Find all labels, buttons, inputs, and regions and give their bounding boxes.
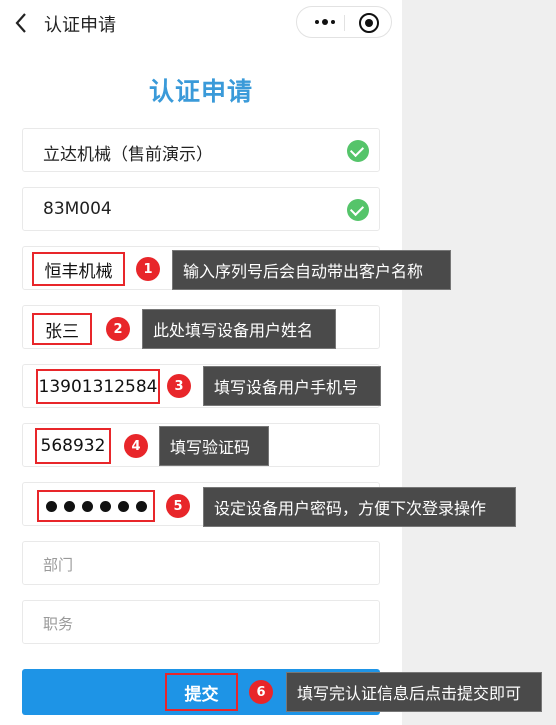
phone-highlight: 13901312584	[36, 369, 160, 404]
check-icon	[347, 199, 369, 221]
code-highlight: 568932	[35, 428, 111, 464]
step-badge-2: 2	[106, 317, 130, 341]
submit-label: 提交	[184, 684, 219, 705]
department-placeholder: 部门	[43, 556, 74, 574]
position-field[interactable]: 职务	[22, 600, 380, 644]
user-name-highlight: 张三	[32, 313, 92, 345]
password-highlight	[37, 490, 155, 522]
company-value: 立达机械（售前演示）	[43, 145, 213, 165]
department-field[interactable]: 部门	[22, 541, 380, 585]
close-circle-icon[interactable]	[359, 13, 379, 33]
step-badge-6: 6	[249, 680, 273, 704]
phone-value: 13901312584	[38, 376, 158, 397]
more-icon[interactable]	[307, 7, 343, 37]
tooltip-2: 此处填写设备用户姓名	[142, 309, 336, 349]
tooltip-3: 填写设备用户手机号	[203, 366, 381, 406]
background-area	[402, 0, 556, 725]
password-dots	[45, 500, 147, 512]
step-badge-5: 5	[166, 494, 190, 518]
serial-field[interactable]: 83M004	[22, 187, 380, 231]
tooltip-6: 填写完认证信息后点击提交即可	[286, 672, 542, 712]
position-placeholder: 职务	[43, 615, 74, 633]
step-badge-3: 3	[167, 374, 191, 398]
submit-highlight[interactable]: 提交	[165, 673, 238, 711]
back-arrow-icon[interactable]	[14, 12, 28, 34]
code-value: 568932	[40, 436, 106, 456]
customer-highlight: 恒丰机械	[32, 252, 125, 286]
tooltip-4: 填写验证码	[159, 426, 269, 466]
step-badge-1: 1	[136, 257, 160, 281]
tooltip-5: 设定设备用户密码，方便下次登录操作	[203, 487, 516, 527]
phone-screen: 认证申请 认证申请 立达机械（售前演示） 83M004 部门 职务	[0, 0, 402, 725]
serial-value: 83M004	[43, 199, 112, 219]
user-name-value: 张三	[45, 321, 79, 342]
page-title: 认证申请	[148, 77, 253, 106]
customer-value: 恒丰机械	[44, 261, 113, 282]
check-icon	[347, 140, 369, 162]
tooltip-1: 输入序列号后会自动带出客户名称	[172, 250, 451, 290]
company-field[interactable]: 立达机械（售前演示）	[22, 128, 380, 172]
capsule-divider	[344, 15, 345, 31]
mini-program-capsule	[296, 6, 392, 38]
navbar: 认证申请	[0, 0, 402, 46]
step-badge-4: 4	[124, 434, 148, 458]
nav-title: 认证申请	[44, 15, 116, 36]
